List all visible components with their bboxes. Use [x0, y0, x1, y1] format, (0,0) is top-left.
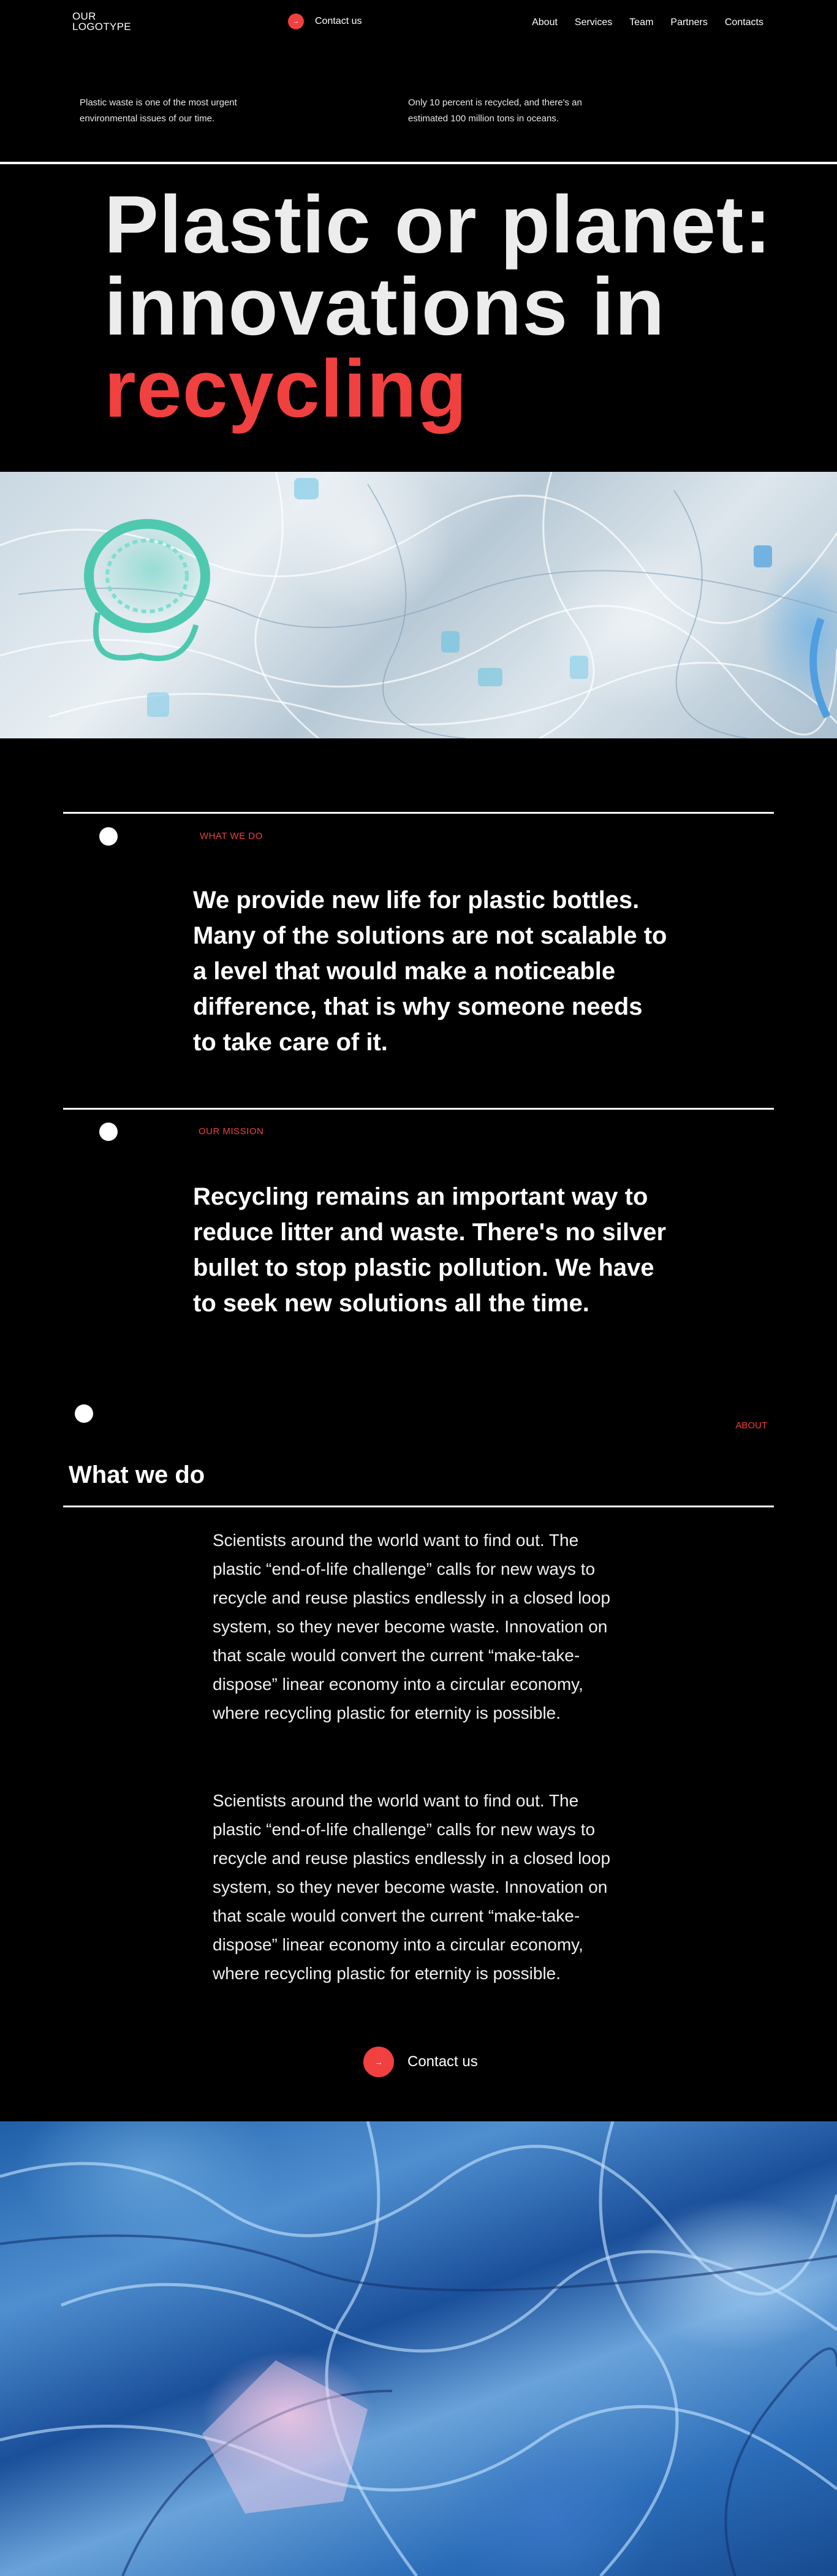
- nav-item-about[interactable]: About: [532, 17, 558, 28]
- divider: [0, 162, 837, 164]
- header-contact-button[interactable]: → Contact us: [288, 13, 362, 29]
- logo-line-1: OUR: [72, 10, 96, 22]
- hero-line-3: recycling: [104, 344, 468, 434]
- what-we-do-kicker: WHAT WE DO: [200, 831, 263, 841]
- intro: Plastic waste is one of the most urgent …: [80, 95, 760, 127]
- logo-line-2: LOGOTYPE: [72, 21, 131, 32]
- header-contact-label: Contact us: [315, 16, 362, 26]
- bottom-contact-button[interactable]: → Contact us: [363, 2047, 478, 2077]
- bullet-icon: [99, 1123, 118, 1141]
- nav-item-services[interactable]: Services: [575, 17, 612, 28]
- nav-item-contacts[interactable]: Contacts: [725, 17, 763, 28]
- about-paragraph-2: Scientists around the world want to find…: [213, 1791, 611, 1983]
- about-title: What we do: [69, 1461, 205, 1488]
- hero-line-2: innovations in: [104, 262, 665, 352]
- hero-title: Plastic or planet: innovations in recycl…: [104, 184, 772, 430]
- plastic-bottles-image: [0, 472, 837, 738]
- logo[interactable]: OUR LOGOTYPE: [72, 11, 131, 32]
- intro-left-text: Plastic waste is one of the most urgent …: [80, 97, 237, 124]
- main-nav: About Services Team Partners Contacts: [532, 17, 763, 28]
- bullet-icon: [75, 1404, 93, 1423]
- about-paragraph-1: Scientists around the world want to find…: [213, 1531, 611, 1722]
- nav-item-partners[interactable]: Partners: [670, 17, 707, 28]
- divider: [63, 1506, 774, 1507]
- mission-kicker: OUR MISSION: [199, 1126, 264, 1137]
- intro-right-text: Only 10 percent is recycled, and there's…: [408, 97, 582, 124]
- about-kicker: ABOUT: [735, 1420, 767, 1431]
- arrow-icon: →: [363, 2047, 394, 2077]
- mission-statement: Recycling remains an important way to re…: [193, 1183, 667, 1317]
- hero-line-1: Plastic or planet:: [104, 180, 772, 270]
- blue-plastic-image: [0, 2121, 837, 2576]
- divider: [63, 1108, 774, 1110]
- site-header: OUR LOGOTYPE → Contact us About Services…: [0, 0, 837, 46]
- nav-item-team[interactable]: Team: [629, 17, 653, 28]
- bottom-contact-label: Contact us: [407, 2053, 478, 2070]
- arrow-icon: →: [288, 13, 304, 29]
- divider: [63, 812, 774, 814]
- what-we-do-statement: We provide new life for plastic bottles.…: [193, 887, 667, 1056]
- bullet-icon: [99, 827, 118, 846]
